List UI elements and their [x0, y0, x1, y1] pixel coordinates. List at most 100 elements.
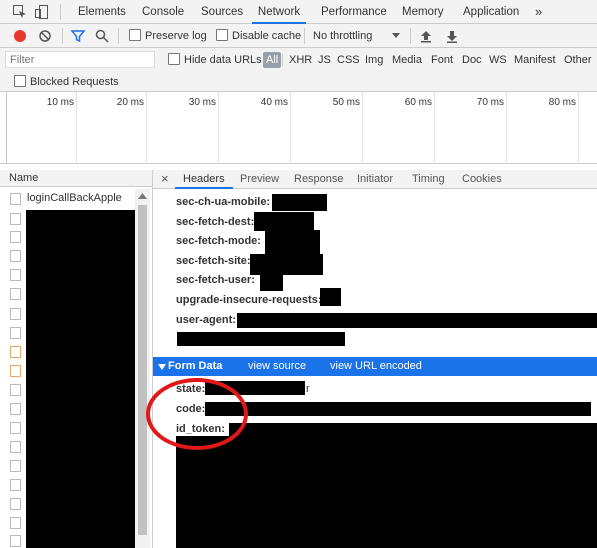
redacted-value	[177, 332, 345, 346]
tab-network[interactable]: Network	[252, 0, 306, 24]
tab-application[interactable]: Application	[463, 0, 519, 23]
form-field-value-tail: r	[306, 383, 310, 395]
document-icon	[10, 327, 21, 339]
header-name: user-agent:	[176, 314, 236, 326]
inspect-icon[interactable]	[12, 4, 28, 20]
preserve-log-checkbox[interactable]: Preserve log	[129, 24, 207, 48]
filter-type-img[interactable]: Img	[365, 48, 383, 72]
script-icon	[10, 346, 21, 358]
tab-elements[interactable]: Elements	[78, 0, 126, 23]
export-har-icon[interactable]	[444, 28, 460, 44]
request-list: Name loginCallBackApple	[0, 170, 153, 548]
blocked-requests-label: Blocked Requests	[30, 76, 119, 88]
document-icon	[10, 231, 21, 243]
document-icon	[10, 288, 21, 300]
blocked-requests-checkbox[interactable]: Blocked Requests	[14, 72, 119, 92]
filter-type-other[interactable]: Other	[564, 48, 592, 72]
request-name: loginCallBackApple	[27, 192, 122, 204]
throttling-select[interactable]: No throttling	[313, 24, 372, 48]
filter-type-xhr[interactable]: XHR	[289, 48, 312, 72]
checkbox-icon	[216, 29, 228, 42]
document-icon	[10, 441, 21, 453]
filter-type-font[interactable]: Font	[431, 48, 453, 72]
form-data-section-header[interactable]: Form Data view source view URL encoded	[153, 357, 597, 376]
timeline-tick-label: 40 ms	[260, 97, 288, 108]
document-icon	[10, 535, 21, 547]
tab-sources[interactable]: Sources	[201, 0, 243, 23]
tab-console[interactable]: Console	[142, 0, 184, 23]
tab-performance[interactable]: Performance	[321, 0, 387, 23]
timeline-tick-label: 80 ms	[548, 97, 576, 108]
name-column-header[interactable]: Name	[0, 170, 152, 187]
hide-data-urls-label: Hide data URLs	[184, 54, 262, 66]
filter-icon[interactable]	[70, 28, 86, 44]
tab-preview[interactable]: Preview	[240, 170, 279, 188]
tab-memory[interactable]: Memory	[402, 0, 444, 23]
filter-type-ws[interactable]: WS	[489, 48, 507, 72]
record-icon[interactable]	[12, 28, 28, 44]
document-icon	[10, 460, 21, 472]
disable-cache-checkbox[interactable]: Disable cache	[216, 24, 301, 48]
filter-type-css[interactable]: CSS	[337, 48, 360, 72]
timeline-overview[interactable]: 10 ms 20 ms 30 ms 40 ms 50 ms 60 ms 70 m…	[0, 92, 597, 164]
view-source-link[interactable]: view source	[248, 357, 306, 376]
document-icon	[10, 479, 21, 491]
redacted-value	[237, 313, 597, 328]
document-icon	[10, 308, 21, 320]
checkbox-icon	[168, 53, 180, 66]
redacted-value	[205, 402, 591, 416]
blocked-requests-bar: Blocked Requests	[0, 72, 597, 92]
document-icon	[10, 213, 21, 225]
document-icon	[10, 193, 21, 205]
scrollbar-thumb[interactable]	[138, 205, 147, 535]
redacted-value	[176, 436, 236, 548]
filter-type-all[interactable]: All	[263, 52, 282, 68]
filter-type-media[interactable]: Media	[392, 48, 422, 72]
clear-icon[interactable]	[37, 28, 53, 44]
checkbox-icon	[129, 29, 141, 42]
filter-bar: Hide data URLs All XHR JS CSS Img Media …	[0, 48, 597, 72]
device-toolbar-icon[interactable]	[34, 4, 50, 20]
tab-cookies[interactable]: Cookies	[462, 170, 502, 188]
hide-data-urls-checkbox[interactable]: Hide data URLs	[168, 48, 262, 72]
tab-response[interactable]: Response	[294, 170, 344, 188]
header-name: sec-fetch-mode:	[176, 235, 261, 247]
filter-type-js[interactable]: JS	[318, 48, 331, 72]
tab-initiator[interactable]: Initiator	[357, 170, 393, 188]
redacted-value	[254, 212, 314, 231]
document-icon	[10, 422, 21, 434]
redacted-request-names	[26, 210, 136, 548]
checkbox-icon	[14, 75, 26, 88]
close-icon[interactable]: ×	[161, 170, 169, 188]
search-icon[interactable]	[94, 28, 110, 44]
redacted-value	[260, 274, 283, 291]
list-item[interactable]: loginCallBackApple	[0, 191, 135, 207]
preserve-log-label: Preserve log	[145, 30, 207, 42]
detail-tab-bar: × Headers Preview Response Initiator Tim…	[153, 170, 597, 189]
tab-timing[interactable]: Timing	[412, 170, 445, 188]
red-circle-annotation	[146, 378, 248, 450]
network-toolbar: Preserve log Disable cache No throttling	[0, 24, 597, 48]
timeline-tick-label: 20 ms	[116, 97, 144, 108]
header-name: sec-fetch-site:	[176, 255, 251, 267]
document-icon	[10, 269, 21, 281]
devtools-tab-bar: Elements Console Sources Network Perform…	[0, 0, 597, 24]
redacted-value	[320, 288, 341, 306]
dropdown-icon[interactable]	[390, 29, 406, 45]
timeline-tick-label: 70 ms	[476, 97, 504, 108]
more-tabs-icon[interactable]: »	[535, 0, 542, 23]
filter-input[interactable]	[5, 51, 155, 68]
timeline-tick-label: 30 ms	[188, 97, 216, 108]
redacted-value	[272, 194, 327, 211]
header-name: sec-fetch-user:	[176, 274, 255, 286]
form-data-title: Form Data	[168, 360, 223, 372]
view-url-encoded-link[interactable]: view URL encoded	[330, 357, 422, 376]
filter-type-manifest[interactable]: Manifest	[514, 48, 556, 72]
request-list-scrollbar[interactable]	[135, 189, 150, 548]
document-icon	[10, 250, 21, 262]
tab-headers[interactable]: Headers	[175, 170, 233, 189]
import-har-icon[interactable]	[418, 28, 434, 44]
header-name: upgrade-insecure-requests:	[176, 294, 322, 306]
redacted-value	[250, 254, 323, 275]
filter-type-doc[interactable]: Doc	[462, 48, 482, 72]
